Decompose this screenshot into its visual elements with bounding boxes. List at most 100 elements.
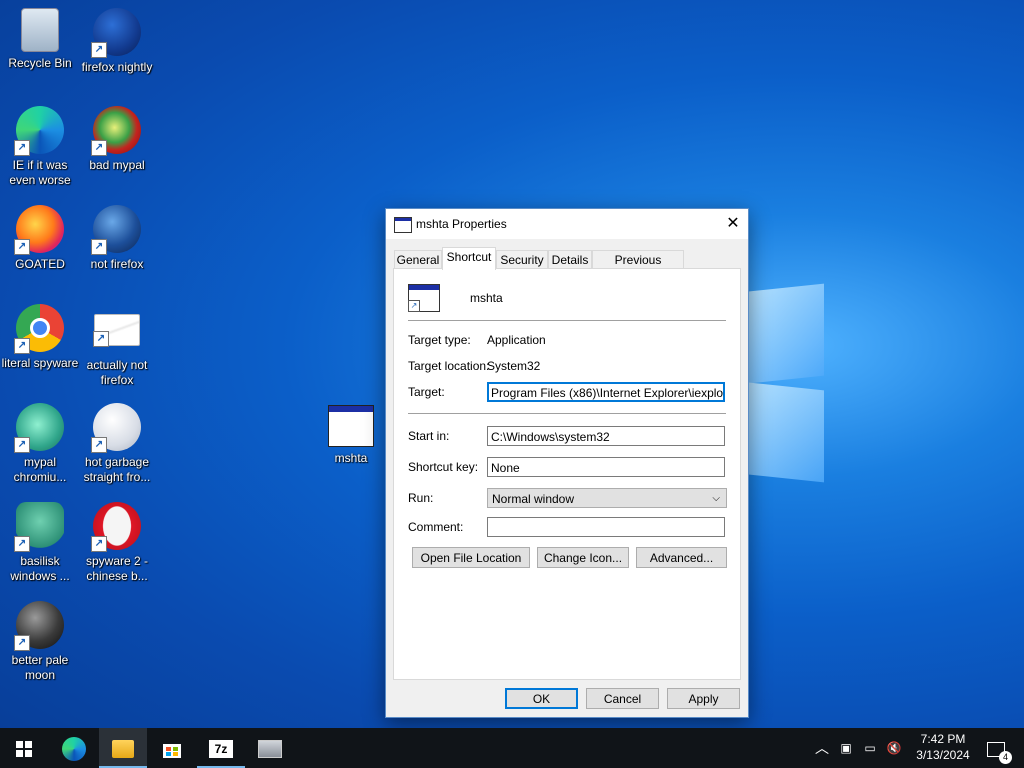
properties-dialog: mshta Properties ✕ General Shortcut Secu… [385, 208, 749, 718]
dialog-title: mshta Properties [416, 217, 507, 231]
shortcut-arrow-icon: ↗ [14, 338, 30, 354]
dialog-titlebar[interactable]: mshta Properties ✕ [386, 209, 748, 239]
desktop-icon-firefox-nightly[interactable]: ↗ firefox nightly [77, 8, 157, 75]
shortcut-arrow-icon: ↗ [14, 239, 30, 255]
notification-icon: 4 [987, 741, 1012, 764]
desktop-icon-firefox[interactable]: ↗ GOATED [0, 205, 80, 272]
file-explorer-icon [112, 739, 134, 758]
desktop-icon-opera[interactable]: ↗ spyware 2 - chinese b... [77, 502, 157, 584]
cancel-button[interactable]: Cancel [586, 688, 659, 709]
target-location-value: System32 [487, 359, 541, 373]
mshta-window-icon [328, 405, 374, 447]
comment-field[interactable] [487, 517, 725, 537]
desktop-icon-not-firefox[interactable]: ↗ not firefox [77, 205, 157, 272]
shortcut-key-field[interactable]: None [487, 457, 725, 477]
desktop-icon-edge[interactable]: ↗ IE if it was even worse [0, 106, 80, 188]
divider [408, 413, 726, 414]
shortcut-arrow-icon: ↗ [91, 536, 107, 552]
mshta-window-icon: ↗ [408, 284, 440, 312]
shortcut-key-label: Shortcut key: [408, 460, 479, 474]
pale-moon-icon: ↗ [14, 601, 64, 651]
firefox-nightly-icon: ↗ [91, 8, 141, 58]
notification-count: 4 [999, 750, 1012, 764]
open-file-location-button[interactable]: Open File Location [412, 547, 530, 568]
meet-now-icon[interactable]: ▣ [834, 728, 858, 768]
target-type-value: Application [487, 333, 546, 347]
start-button[interactable] [0, 728, 48, 768]
tab-details[interactable]: Details [548, 250, 592, 269]
clock-date: 3/13/2024 [916, 748, 970, 762]
desktop-icon-hot-garbage[interactable]: ↗ hot garbage straight fro... [77, 403, 157, 485]
shortcut-arrow-icon: ↗ [14, 140, 30, 156]
taskbar-edge[interactable] [50, 728, 98, 768]
shortcut-panel: ↗ mshta Target type: Application Target … [393, 268, 741, 680]
recycle-bin-icon [21, 8, 59, 52]
desktop-icon-pale-moon[interactable]: ↗ better pale moon [0, 601, 80, 683]
mypal-chromium-icon: ↗ [14, 403, 64, 453]
taskbar-file-explorer[interactable] [99, 728, 147, 768]
run-select-value: Normal window [492, 492, 575, 506]
desktop-icon-chrome[interactable]: ↗ literal spyware [0, 304, 80, 371]
tab-previous-versions[interactable]: Previous Versions [592, 250, 684, 285]
shortcut-arrow-icon: ↗ [14, 635, 30, 651]
desktop-icon-recycle-bin[interactable]: Recycle Bin [0, 8, 80, 71]
target-field[interactable]: Program Files (x86)\Internet Explorer\ie… [487, 382, 725, 402]
network-icon[interactable]: ▭ [858, 728, 882, 768]
chevron-down-icon: ⌵ [712, 493, 720, 504]
shortcut-arrow-icon: ↗ [14, 437, 30, 453]
shortcut-arrow-icon: ↗ [14, 536, 30, 552]
white-orb-icon: ↗ [91, 403, 141, 453]
target-location-label: Target location: [408, 359, 490, 373]
change-icon-button[interactable]: Change Icon... [537, 547, 629, 568]
basilisk-icon: ↗ [14, 502, 64, 552]
desktop-icon-mail[interactable]: ↗ actually not firefox [77, 304, 157, 388]
shortcut-window-icon [394, 217, 412, 233]
mypal-icon: ↗ [91, 106, 141, 156]
shortcut-arrow-icon: ↗ [91, 42, 107, 58]
tab-shortcut[interactable]: Shortcut [442, 247, 496, 270]
taskbar-app[interactable] [246, 728, 294, 768]
run-select[interactable]: Normal window ⌵ [487, 488, 727, 508]
run-label: Run: [408, 491, 434, 505]
opera-icon: ↗ [91, 502, 141, 552]
windows-wallpaper-logo [740, 283, 824, 510]
notification-center[interactable]: 4 [982, 728, 1012, 768]
tab-general[interactable]: General [394, 250, 442, 269]
desktop-icon-bad-mypal[interactable]: ↗ bad mypal [77, 106, 157, 173]
divider [408, 320, 726, 321]
shortcut-arrow-icon: ↗ [91, 140, 107, 156]
close-icon[interactable]: ✕ [718, 209, 748, 239]
chevron-up-icon[interactable]: ︿ [810, 728, 834, 768]
advanced-button[interactable]: Advanced... [636, 547, 727, 568]
shortcut-arrow-icon: ↗ [91, 239, 107, 255]
taskbar-7zip[interactable]: 7z [197, 728, 245, 768]
mail-icon: ↗ [93, 314, 140, 347]
firefox-icon: ↗ [14, 205, 64, 255]
ok-button[interactable]: OK [505, 688, 578, 709]
clock[interactable]: 7:42 PM 3/13/2024 [908, 731, 978, 763]
shortcut-arrow-icon: ↗ [93, 331, 109, 347]
desktop-icon-mypal-chromium[interactable]: ↗ mypal chromiu... [0, 403, 80, 485]
desktop-icon-mshta[interactable]: mshta [311, 405, 391, 466]
edge-icon: ↗ [14, 106, 64, 156]
tab-security[interactable]: Security [496, 250, 548, 269]
desktop-icon-basilisk[interactable]: ↗ basilisk windows ... [0, 502, 80, 584]
target-label: Target: [408, 385, 445, 399]
shortcut-name: mshta [470, 291, 503, 305]
start-icon [16, 740, 32, 757]
start-in-label: Start in: [408, 429, 450, 443]
taskbar-store[interactable] [148, 728, 196, 768]
app-icon [258, 739, 282, 758]
shortcut-arrow-icon: ↗ [408, 300, 420, 312]
volume-muted-icon[interactable]: 🔇 [882, 728, 906, 768]
comment-label: Comment: [408, 520, 464, 534]
edge-icon [62, 736, 86, 761]
7zip-icon: 7z [209, 739, 233, 758]
target-type-label: Target type: [408, 333, 471, 347]
chrome-icon: ↗ [14, 304, 64, 354]
apply-button[interactable]: Apply [667, 688, 740, 709]
start-in-field[interactable]: C:\Windows\system32 [487, 426, 725, 446]
store-icon [163, 743, 181, 758]
clock-time: 7:42 PM [920, 732, 966, 746]
taskbar: 7z ︿ ▣ ▭ 🔇 7:42 PM 3/13/2024 4 [0, 728, 1024, 768]
